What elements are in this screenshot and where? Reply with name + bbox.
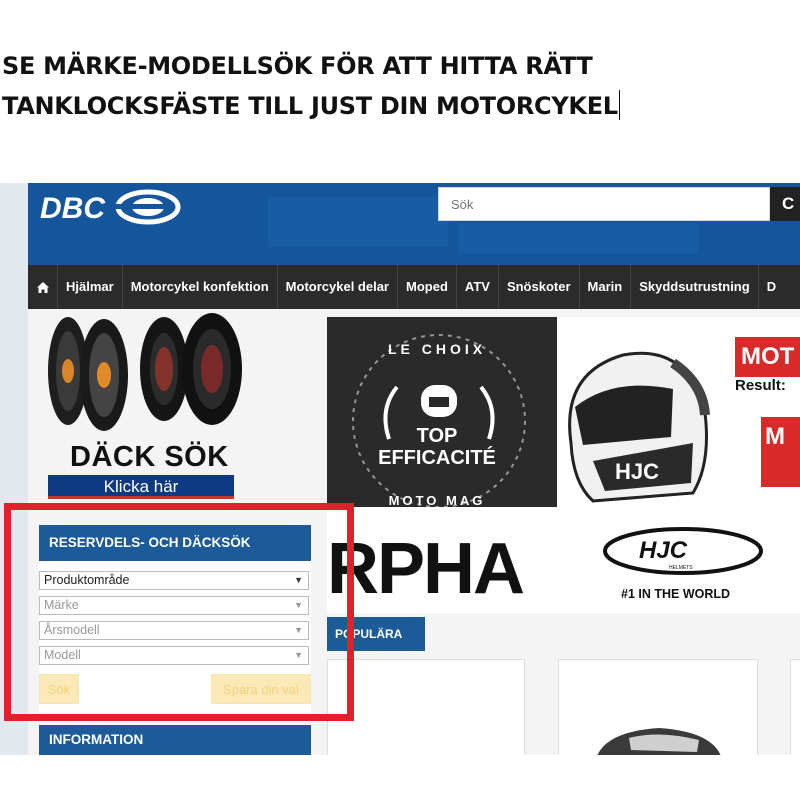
tires-illustration bbox=[48, 313, 242, 431]
hero-banner[interactable]: LE CHOIX TOP EFFICACITÉ MOTO MAG RPHA HJ… bbox=[327, 317, 800, 613]
main-nav: Hjälmar Motorcykel konfektion Motorcykel… bbox=[28, 265, 800, 309]
svg-text:HJC: HJC bbox=[615, 459, 659, 484]
chevron-down-icon: ▼ bbox=[294, 625, 303, 635]
chevron-down-icon: ▼ bbox=[294, 650, 303, 660]
nav-home[interactable] bbox=[28, 265, 58, 309]
save-selection-button[interactable]: Spara din val bbox=[211, 674, 311, 704]
badge-top-text: LE CHOIX bbox=[387, 341, 487, 357]
website-screenshot: DBC C Hjälmar Motorcykel konfektion Moto… bbox=[28, 183, 800, 755]
search-field[interactable] bbox=[438, 187, 770, 221]
product-area-value: Produktområde bbox=[44, 573, 130, 587]
nav-item-skyddsutrustning[interactable]: Skyddsutrustning bbox=[631, 265, 759, 309]
helmet-image: HJC bbox=[568, 351, 710, 503]
svg-text:HELMETS: HELMETS bbox=[669, 565, 693, 571]
hjc-helmets-logo: HJC HELMETS bbox=[603, 527, 763, 575]
header-pattern-2 bbox=[458, 223, 698, 253]
svg-text:DBC: DBC bbox=[40, 192, 106, 225]
year-model-select[interactable]: Årsmodell ▼ bbox=[39, 621, 309, 640]
year-model-value: Årsmodell bbox=[44, 623, 100, 637]
banner-red-label: MOT bbox=[735, 337, 800, 377]
product-card[interactable] bbox=[790, 659, 800, 755]
search-button[interactable]: C bbox=[770, 187, 800, 221]
model-value: Modell bbox=[44, 648, 81, 662]
parts-search-heading: RESERVDELS- OCH DÄCKSÖK bbox=[39, 525, 311, 561]
nav-item-moped[interactable]: Moped bbox=[398, 265, 457, 309]
header-pattern bbox=[268, 197, 448, 247]
nav-item-motorcykel-delar[interactable]: Motorcykel delar bbox=[278, 265, 398, 309]
nav-item-marin[interactable]: Marin bbox=[580, 265, 632, 309]
page: SE MÄRKE-MODELLSÖK FÖR ATT HITTA RÄTT TA… bbox=[0, 0, 800, 800]
product-area-select[interactable]: Produktområde ▼ bbox=[39, 571, 309, 590]
site-header: DBC C bbox=[28, 183, 800, 265]
product-card[interactable] bbox=[558, 659, 758, 755]
badge-mid-text-2: EFFICACITÉ bbox=[378, 447, 496, 469]
nav-item-hjalmar[interactable]: Hjälmar bbox=[58, 265, 123, 309]
search-input[interactable] bbox=[439, 188, 769, 220]
brand-select[interactable]: Märke ▼ bbox=[39, 596, 309, 615]
instruction-line-1: SE MÄRKE-MODELLSÖK FÖR ATT HITTA RÄTT bbox=[2, 52, 593, 80]
home-icon bbox=[36, 281, 49, 293]
nav-item-snoskoter[interactable]: Snöskoter bbox=[499, 265, 580, 309]
nav-item-motorcykel-konfektion[interactable]: Motorcykel konfektion bbox=[123, 265, 278, 309]
banner-red-block bbox=[761, 457, 800, 487]
screenshot-edge bbox=[0, 183, 28, 755]
model-select[interactable]: Modell ▼ bbox=[39, 646, 309, 665]
information-heading[interactable]: INFORMATION bbox=[39, 725, 311, 755]
svg-text:HJC: HJC bbox=[639, 537, 688, 564]
text-caret bbox=[618, 90, 620, 120]
parts-search-button[interactable]: Sök bbox=[39, 674, 79, 704]
award-badge-icon bbox=[352, 334, 526, 508]
dbc-logo[interactable]: DBC bbox=[36, 187, 186, 227]
instruction-line-2: TANKLOCKSFÄSTE TILL JUST DIN MOTORCYKEL bbox=[2, 86, 798, 126]
badge-mid-text-1: TOP bbox=[416, 425, 458, 447]
instruction-text: SE MÄRKE-MODELLSÖK FÖR ATT HITTA RÄTT TA… bbox=[2, 46, 798, 126]
instruction-line-2-text: TANKLOCKSFÄSTE TILL JUST DIN MOTORCYKEL bbox=[2, 92, 618, 120]
tire-search-button[interactable]: Klicka här bbox=[48, 475, 234, 499]
chevron-down-icon: ▼ bbox=[294, 575, 303, 585]
nav-item-more[interactable]: D bbox=[759, 265, 784, 309]
badge-bottom-text: MOTO MAG bbox=[388, 493, 486, 508]
banner-result-label: Result: bbox=[735, 377, 786, 394]
product-card[interactable] bbox=[327, 659, 525, 755]
brand-value: Märke bbox=[44, 598, 79, 612]
tire-search-title: DÄCK SÖK bbox=[70, 441, 229, 473]
banner-red-letter: M bbox=[761, 417, 800, 457]
chevron-down-icon: ▼ bbox=[294, 600, 303, 610]
banner-tagline: #1 IN THE WORLD bbox=[621, 587, 731, 601]
parts-search-panel: RESERVDELS- OCH DÄCKSÖK Produktområde ▼ … bbox=[39, 525, 311, 715]
banner-model-text: RPHA bbox=[327, 529, 525, 609]
nav-item-atv[interactable]: ATV bbox=[457, 265, 499, 309]
tab-popular[interactable]: POPULÄRA bbox=[327, 617, 425, 651]
helmet-thumbnail bbox=[597, 728, 721, 755]
